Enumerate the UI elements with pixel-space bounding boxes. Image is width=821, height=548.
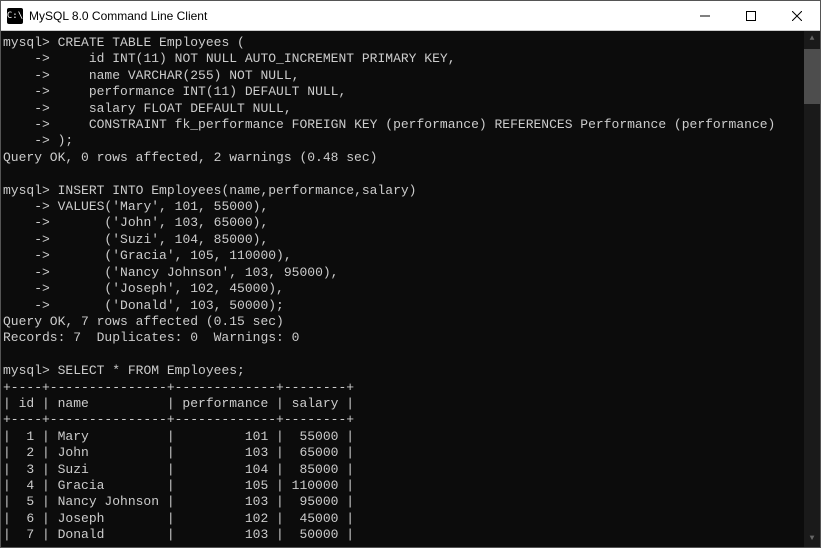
scroll-thumb[interactable] — [804, 49, 820, 104]
app-icon: C:\ — [7, 8, 23, 24]
minimize-button[interactable] — [682, 1, 728, 30]
close-button[interactable] — [774, 1, 820, 30]
query-result: Records: 7 Duplicates: 0 Warnings: 0 — [3, 330, 299, 345]
sql-insert: INSERT INTO Employees(name,performance,s… — [58, 183, 417, 198]
table-sep: +----+---------------+-------------+----… — [3, 412, 354, 427]
sql-line: CONSTRAINT fk_performance FOREIGN KEY (p… — [58, 117, 776, 132]
prompt: mysql> — [3, 183, 50, 198]
sql-line: name VARCHAR(255) NOT NULL, — [58, 68, 300, 83]
sql-line: ('Donald', 103, 50000); — [58, 298, 284, 313]
sql-line: id INT(11) NOT NULL AUTO_INCREMENT PRIMA… — [58, 51, 456, 66]
table-row: | 4 | Gracia | 105 | 110000 | — [3, 478, 354, 493]
scroll-up-icon[interactable]: ▲ — [804, 31, 820, 47]
sql-select: SELECT * FROM Employees; — [58, 363, 245, 378]
titlebar[interactable]: C:\ MySQL 8.0 Command Line Client — [1, 1, 820, 31]
cont: -> — [3, 281, 50, 296]
cont: -> — [3, 199, 50, 214]
scrollbar[interactable]: ▲ ▼ — [804, 31, 820, 547]
sql-line: VALUES('Mary', 101, 55000), — [58, 199, 269, 214]
prompt: mysql> — [3, 363, 50, 378]
sql-line: ('Joseph', 102, 45000), — [58, 281, 284, 296]
sql-line: ('Nancy Johnson', 103, 95000), — [58, 265, 339, 280]
table-row: | 3 | Suzi | 104 | 85000 | — [3, 462, 354, 477]
sql-line: ); — [58, 133, 74, 148]
terminal-area[interactable]: mysql> CREATE TABLE Employees ( -> id IN… — [1, 31, 820, 547]
cont: -> — [3, 101, 50, 116]
cont: -> — [3, 248, 50, 263]
table-row: | 5 | Nancy Johnson | 103 | 95000 | — [3, 494, 354, 509]
sql-line: ('Gracia', 105, 110000), — [58, 248, 292, 263]
query-result: Query OK, 7 rows affected (0.15 sec) — [3, 314, 284, 329]
cont: -> — [3, 215, 50, 230]
maximize-button[interactable] — [728, 1, 774, 30]
table-row: | 2 | John | 103 | 65000 | — [3, 445, 354, 460]
table-row: | 1 | Mary | 101 | 55000 | — [3, 429, 354, 444]
prompt: mysql> — [3, 35, 50, 50]
query-result: Query OK, 0 rows affected, 2 warnings (0… — [3, 150, 377, 165]
table-sep: +----+---------------+-------------+----… — [3, 380, 354, 395]
cont: -> — [3, 117, 50, 132]
cont: -> — [3, 232, 50, 247]
cont: -> — [3, 51, 50, 66]
sql-line: salary FLOAT DEFAULT NULL, — [58, 101, 292, 116]
cont: -> — [3, 298, 50, 313]
cont: -> — [3, 68, 50, 83]
cont: -> — [3, 133, 50, 148]
window-title: MySQL 8.0 Command Line Client — [29, 9, 682, 23]
table-row: | 6 | Joseph | 102 | 45000 | — [3, 511, 354, 526]
sql-line: performance INT(11) DEFAULT NULL, — [58, 84, 347, 99]
table-header: | id | name | performance | salary | — [3, 396, 354, 411]
sql-line: ('Suzi', 104, 85000), — [58, 232, 269, 247]
window-controls — [682, 1, 820, 30]
sql-line: ('John', 103, 65000), — [58, 215, 269, 230]
scroll-down-icon[interactable]: ▼ — [804, 531, 820, 547]
sql-create: CREATE TABLE Employees ( — [58, 35, 245, 50]
table-row: | 7 | Donald | 103 | 50000 | — [3, 527, 354, 542]
cont: -> — [3, 265, 50, 280]
cont: -> — [3, 84, 50, 99]
